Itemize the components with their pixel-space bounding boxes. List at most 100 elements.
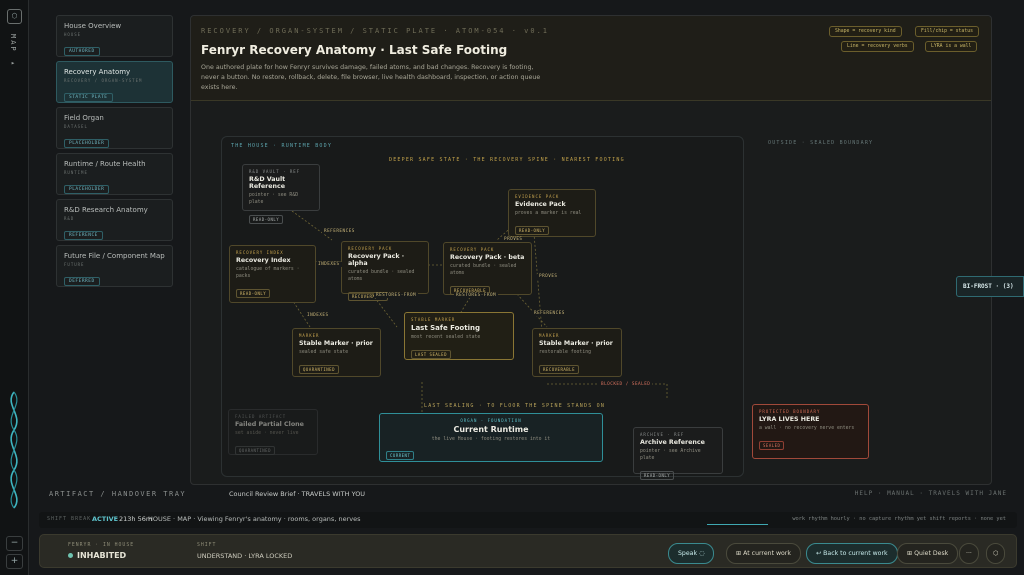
node-lyra-boundary[interactable]: PROTECTED BOUNDARY LYRA LIVES HERE a wal… (752, 404, 869, 459)
sidebar-item-sub: R&D (64, 216, 75, 221)
legend-chip-lyra: LYRA is a wall (925, 41, 978, 52)
presence-bar: FENRYR · IN HOUSE INHABITED SHIFT UNDERS… (39, 534, 1017, 568)
node-title: Recovery Index (236, 257, 291, 264)
edge-label-indexes: INDEXES (305, 313, 331, 318)
more-button[interactable]: ··· (959, 543, 979, 564)
page-title: Fenryr Recovery Anatomy · Last Safe Foot… (201, 43, 508, 57)
tray-content[interactable]: Council Review Brief · TRAVELS WITH YOU (229, 490, 365, 498)
node-title: Stable Marker · prior (299, 340, 373, 347)
node-archive-reference[interactable]: ARCHIVE · REF Archive Reference pointer … (633, 427, 723, 480)
sidebar-item-title: Future File / Component Map (64, 252, 165, 260)
status-dot-icon (68, 553, 73, 558)
sidebar-item-badge: STATIC PLATE (64, 93, 113, 102)
mic-icon: ◌ (699, 550, 705, 557)
sidebar-item-runtime-route-health[interactable]: Runtime / Route Health RUNTIME PLACEHOLD… (56, 153, 173, 195)
node-desc: most recent sealed state (411, 335, 481, 340)
bifrost-tab[interactable]: BI-FROST · (3) (956, 276, 1024, 297)
speak-label: Speak (678, 550, 698, 557)
hexagon-button-icon[interactable]: ⬡ (986, 543, 1006, 564)
node-status: READ-ONLY (249, 215, 284, 224)
node-title: Last Safe Footing (411, 324, 480, 332)
node-last-safe-footing[interactable]: STABLE MARKER Last Safe Footing most rec… (404, 312, 514, 360)
at-current-work-button[interactable]: ⊞ At current work (726, 543, 801, 564)
sidebar-item-badge: DEFERRED (64, 277, 100, 286)
presence-label: FENRYR · IN HOUSE (68, 543, 135, 548)
back-to-current-work-button[interactable]: ↩ Back to current work (806, 543, 898, 564)
node-kind: RECOVERY INDEX (236, 250, 284, 255)
sidebar-item-house-overview[interactable]: House Overview HOUSE AUTHORED (56, 15, 173, 57)
node-kind: ORGAN · FOUNDATION (460, 418, 522, 423)
legend-chip-line: Line = recovery verbs (841, 41, 914, 52)
node-kind: RECOVERY PACK (450, 247, 495, 252)
node-status: READ-ONLY (640, 471, 675, 480)
shift-value: UNDERSTAND · LYRA LOCKED (197, 552, 293, 560)
node-title: Failed Partial Clone (235, 421, 304, 428)
map-label[interactable]: MAP ▸ (9, 34, 17, 69)
plate-panel: RECOVERY / ORGAN-SYSTEM / STATIC PLATE ·… (190, 15, 992, 485)
node-status: RECOVERABLE (539, 365, 579, 374)
shift-active-badge: ACTIVE (92, 515, 119, 523)
zoom-out-button[interactable]: − (6, 536, 23, 551)
node-status: CURRENT (386, 451, 415, 460)
node-status: SEALED (759, 441, 785, 450)
node-stable-marker-prior-recoverable[interactable]: MARKER Stable Marker · prior restorable … (532, 328, 622, 377)
node-rd-vault[interactable]: R&D VAULT · REF R&D Vault Reference poin… (242, 164, 320, 224)
node-recovery-index[interactable]: RECOVERY INDEX Recovery Index catalogue … (229, 245, 316, 303)
node-title: Evidence Pack (515, 201, 566, 208)
sidebar-item-sub: FUTURE (64, 262, 85, 267)
shift-status-bar: SHIFT BREAK ACTIVE 213h 56m HOUSE · MAP … (39, 512, 1017, 528)
sidebar-item-sub: DATASEL (64, 124, 88, 129)
zoom-in-button[interactable]: + (6, 554, 23, 569)
node-evidence-pack[interactable]: EVIDENCE PACK Evidence Pack proves a mar… (508, 189, 596, 237)
node-title: Current Runtime (453, 425, 529, 434)
quiet-desk-label: Quiet Desk (914, 550, 949, 557)
sidebar-item-sub: RUNTIME (64, 170, 88, 175)
node-kind: MARKER (299, 333, 320, 338)
node-desc: sealed safe state (299, 350, 349, 355)
sidebar-item-title: House Overview (64, 22, 122, 30)
node-desc: pointer · see R&D plate (249, 193, 299, 205)
shift-break-label: SHIFT BREAK (47, 516, 92, 522)
node-recovery-pack-alpha[interactable]: RECOVERY PACK Recovery Pack · alpha cura… (341, 241, 429, 301)
breadcrumb: RECOVERY / ORGAN-SYSTEM / STATIC PLATE ·… (201, 27, 550, 35)
node-desc: a wall · no recovery nerve enters (759, 426, 855, 431)
sidebar-item-badge: PLACEHOLDER (64, 139, 110, 148)
node-status: QUARANTINED (299, 365, 339, 374)
node-desc: curated bundle · sealed atoms (348, 270, 415, 282)
sidebar-item-recovery-anatomy[interactable]: Recovery Anatomy RECOVERY / ORGAN-SYSTEM… (56, 61, 173, 103)
node-desc: proves a marker is real (515, 211, 582, 216)
desk-icon: ⊞ (907, 550, 913, 557)
outside-label: OUTSIDE · SEALED BOUNDARY (768, 140, 874, 146)
node-title: Stable Marker · prior (539, 340, 613, 347)
node-kind: EVIDENCE PACK (515, 194, 560, 199)
sidebar-item-field-organ[interactable]: Field Organ DATASEL PLACEHOLDER (56, 107, 173, 149)
node-kind: FAILED ARTIFACT (235, 414, 287, 419)
edge-label-proves: PROVES (502, 237, 525, 242)
node-desc: set aside · never live (235, 431, 299, 436)
speak-button[interactable]: Speak ◌ (668, 543, 715, 564)
tray-label[interactable]: ARTIFACT / HANDOVER TRAY (49, 490, 186, 498)
node-desc: pointer · see Archive plate (640, 449, 701, 461)
edge-label-restores-from-alpha: RESTORES-FROM (374, 293, 419, 298)
help-link[interactable]: HELP · MANUAL · TRAVELS WITH JANE (855, 490, 1007, 497)
node-desc: restorable footing (539, 350, 591, 355)
handover-tray: ARTIFACT / HANDOVER TRAY Council Review … (29, 488, 1024, 502)
shift-progress-bar (707, 524, 768, 525)
node-kind: MARKER (539, 333, 560, 338)
node-title: Recovery Pack · alpha (348, 253, 405, 267)
edge-label-blocked: BLOCKED / SEALED (599, 382, 653, 387)
node-stable-marker-prior-quarantined[interactable]: MARKER Stable Marker · prior sealed safe… (292, 328, 381, 377)
at-current-work-label: At current work (743, 550, 791, 557)
hexagon-logo-icon[interactable]: ⬡ (7, 9, 22, 24)
sidebar-item-future-file-map[interactable]: Future File / Component Map FUTURE DEFER… (56, 245, 173, 287)
sidebar-item-sub: RECOVERY / ORGAN-SYSTEM (64, 78, 143, 83)
quiet-desk-button[interactable]: ⊞ Quiet Desk (897, 543, 959, 564)
node-title: Recovery Pack · beta (450, 254, 525, 261)
left-rail: ⬡ MAP ▸ − + (0, 0, 29, 575)
node-recovery-pack-beta[interactable]: RECOVERY PACK Recovery Pack · beta curat… (443, 242, 532, 295)
shift-label: SHIFT (197, 543, 217, 548)
sidebar-item-rd-research[interactable]: R&D Research Anatomy R&D REFERENCE (56, 199, 173, 241)
node-current-runtime[interactable]: ORGAN · FOUNDATION Current Runtime the l… (379, 413, 603, 462)
node-status: READ-ONLY (236, 289, 271, 298)
node-failed-partial-clone[interactable]: FAILED ARTIFACT Failed Partial Clone set… (228, 409, 318, 455)
